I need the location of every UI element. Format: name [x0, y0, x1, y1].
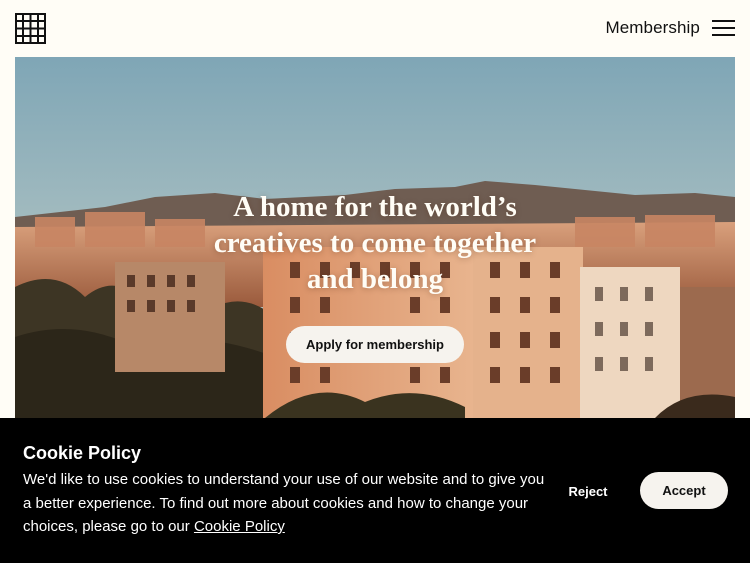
- hero-title-line-2: creatives to come together: [213, 227, 537, 259]
- apply-membership-button[interactable]: Apply for membership: [286, 326, 464, 363]
- cookie-banner-title: Cookie Policy: [23, 443, 142, 463]
- grid-logo-icon[interactable]: [15, 12, 46, 44]
- membership-link[interactable]: Membership: [605, 18, 700, 38]
- header-right: Membership: [605, 18, 735, 38]
- cookie-banner-text: We'd like to use cookies to understand y…: [23, 468, 553, 539]
- page: Membership A home for the world’s creati…: [0, 0, 750, 563]
- hero-title: A home for the world’s creatives to come…: [15, 189, 735, 297]
- site-header: Membership: [0, 0, 750, 56]
- cookie-policy-link[interactable]: Cookie Policy: [194, 518, 285, 535]
- hero-title-line-1: A home for the world’s: [233, 191, 517, 223]
- hero-title-line-3: and belong: [306, 263, 444, 295]
- hamburger-menu-icon[interactable]: [712, 19, 735, 37]
- hero-section: A home for the world’s creatives to come…: [15, 57, 735, 418]
- cookie-banner: Cookie Policy We'd like to use cookies t…: [0, 418, 750, 563]
- reject-cookies-button[interactable]: Reject: [556, 479, 620, 503]
- accept-cookies-button[interactable]: Accept: [640, 472, 728, 509]
